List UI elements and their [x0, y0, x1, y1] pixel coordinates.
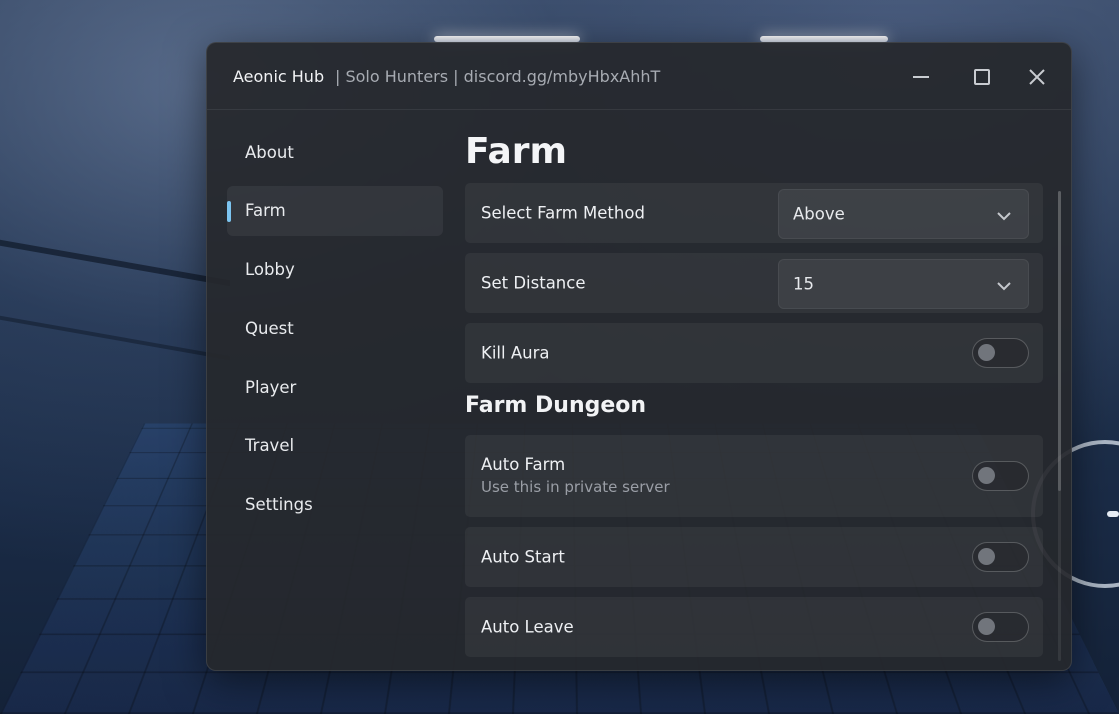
- auto-farm-row: Auto Farm Use this in private server: [465, 435, 1043, 517]
- auto-leave-label: Auto Leave: [481, 617, 574, 637]
- sidebar-item-settings[interactable]: Settings: [227, 480, 443, 530]
- chevron-down-icon: [996, 277, 1012, 296]
- kill-aura-row: Kill Aura: [465, 323, 1043, 383]
- distance-label: Set Distance: [481, 273, 586, 293]
- auto-farm-toggle[interactable]: [972, 461, 1029, 491]
- scrollbar-thumb[interactable]: [1058, 191, 1061, 491]
- close-icon: [1029, 69, 1045, 85]
- distance-row: Set Distance 15: [465, 253, 1043, 313]
- minimize-button[interactable]: [906, 62, 936, 92]
- farm-method-value: Above: [793, 204, 845, 224]
- farm-method-label: Select Farm Method: [481, 203, 645, 223]
- escalator-rail: [0, 239, 230, 361]
- sidebar-item-player[interactable]: Player: [227, 362, 443, 412]
- sidebar-item-label: Farm: [245, 201, 286, 221]
- maximize-icon: [974, 69, 990, 85]
- toggle-knob: [978, 618, 995, 635]
- farm-method-row: Select Farm Method Above: [465, 183, 1043, 243]
- auto-leave-row: Auto Leave: [465, 597, 1043, 657]
- auto-start-toggle[interactable]: [972, 542, 1029, 572]
- maximize-button[interactable]: [967, 62, 997, 92]
- minimize-icon: [913, 76, 929, 78]
- sidebar-item-label: Settings: [245, 495, 313, 515]
- kill-aura-label: Kill Aura: [481, 343, 550, 363]
- sidebar-item-label: Quest: [245, 318, 294, 338]
- auto-farm-label: Auto Farm: [481, 455, 566, 474]
- section-title-farm-dungeon: Farm Dungeon: [465, 393, 647, 418]
- joystick-knob[interactable]: [1107, 511, 1119, 517]
- sidebar-item-label: Lobby: [245, 260, 295, 280]
- toggle-knob: [978, 344, 995, 361]
- hub-window: Aeonic Hub | Solo Hunters | discord.gg/m…: [206, 42, 1072, 671]
- sidebar-item-quest[interactable]: Quest: [227, 303, 443, 353]
- kill-aura-toggle[interactable]: [972, 338, 1029, 368]
- sidebar-item-farm[interactable]: Farm: [227, 185, 443, 236]
- sidebar-item-label: Player: [245, 377, 297, 397]
- sidebar-item-lobby[interactable]: Lobby: [227, 245, 443, 295]
- auto-farm-description: Use this in private server: [481, 478, 670, 496]
- page-title: Farm: [465, 131, 568, 172]
- auto-leave-toggle[interactable]: [972, 612, 1029, 642]
- sidebar-item-travel[interactable]: Travel: [227, 421, 443, 471]
- window-subtitle: | Solo Hunters | discord.gg/mbyHbxAhhT: [335, 67, 661, 86]
- farm-method-dropdown[interactable]: Above: [778, 189, 1029, 239]
- content-scrollbar[interactable]: [1058, 191, 1061, 661]
- window-title: Aeonic Hub: [233, 67, 325, 86]
- close-button[interactable]: [1022, 62, 1052, 92]
- sidebar-item-label: About: [245, 142, 294, 162]
- sidebar: About Farm Lobby Quest Player Travel Set…: [227, 127, 443, 539]
- distance-dropdown[interactable]: 15: [778, 259, 1029, 309]
- toggle-knob: [978, 548, 995, 565]
- active-indicator: [227, 200, 231, 222]
- distance-value: 15: [793, 274, 814, 294]
- sidebar-item-about[interactable]: About: [227, 127, 443, 177]
- auto-start-label: Auto Start: [481, 547, 565, 567]
- title-bar[interactable]: Aeonic Hub | Solo Hunters | discord.gg/m…: [207, 43, 1071, 110]
- auto-start-row: Auto Start: [465, 527, 1043, 587]
- main-content: Farm Select Farm Method Above Set Distan…: [465, 127, 1045, 667]
- sidebar-item-label: Travel: [245, 436, 295, 456]
- chevron-down-icon: [996, 207, 1012, 226]
- toggle-knob: [978, 467, 995, 484]
